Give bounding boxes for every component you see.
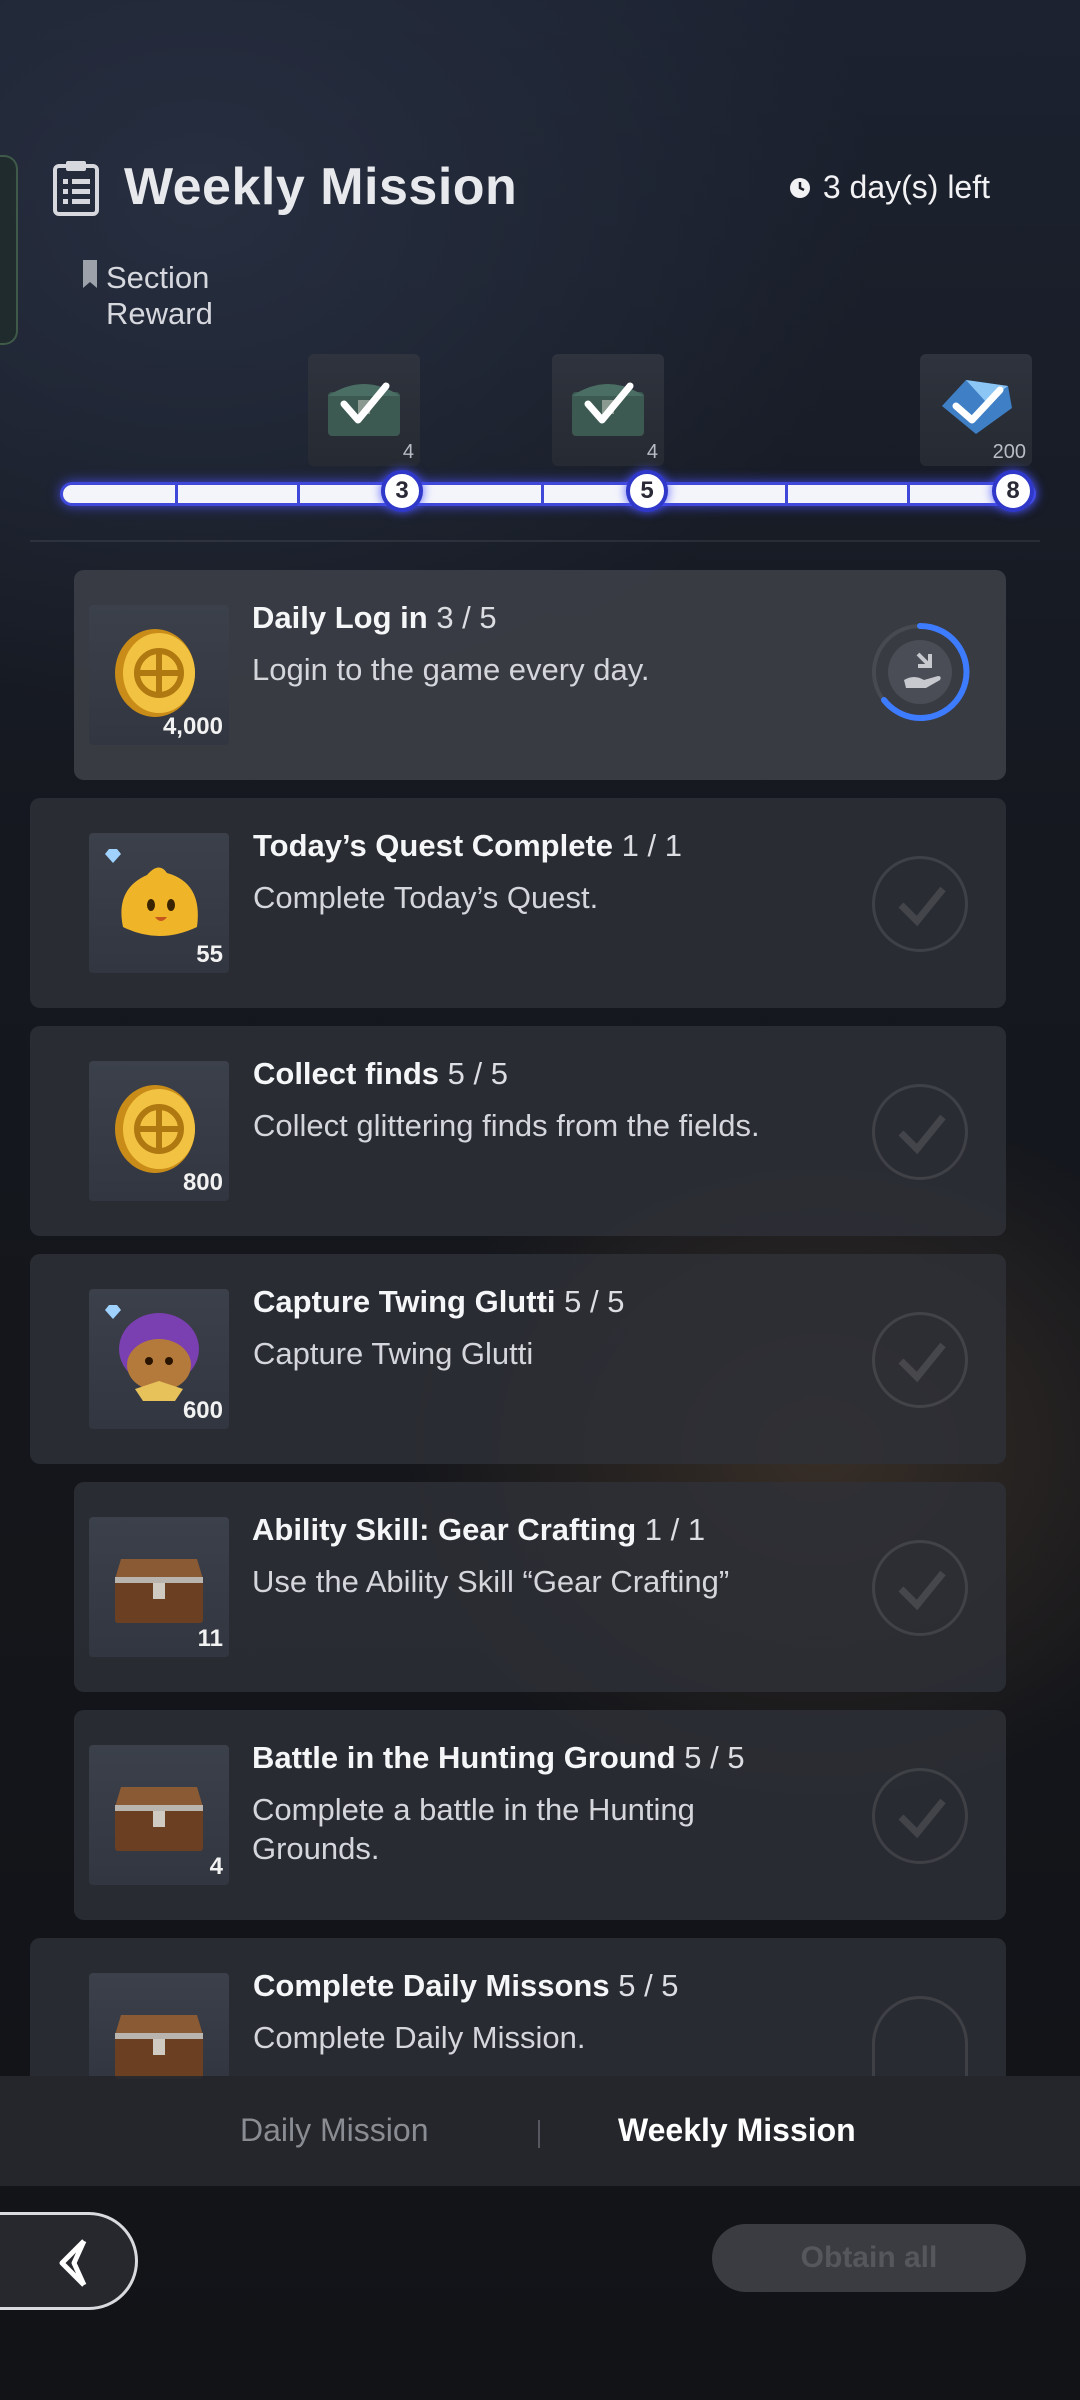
mission-card[interactable]: 800 Collect finds 5 / 5 Collect glitteri… (30, 1026, 1006, 1236)
track-tick (175, 485, 178, 503)
mission-description: Use the Ability Skill “Gear Crafting” (252, 1564, 730, 1599)
completed-check-button[interactable] (872, 856, 968, 952)
reward-count: 4,000 (162, 713, 223, 740)
mission-card[interactable]: 4,000 Daily Log in 3 / 5 Login to the ga… (74, 570, 1006, 780)
checkmark-icon (898, 1570, 946, 1611)
milestone-reward-count: 4 (402, 441, 414, 463)
mission-progress: 1 / 1 (621, 828, 682, 863)
claim-reward-button[interactable] (868, 616, 978, 726)
tab-daily-mission[interactable]: Daily Mission (240, 2112, 428, 2149)
completed-check-button[interactable] (872, 1540, 968, 1636)
mission-description: Complete Daily Mission. (253, 2020, 586, 2055)
time-left-text: 3 day(s) left (822, 169, 990, 205)
section-reward-label: Section Reward (106, 260, 213, 331)
back-arrow-icon (59, 2239, 87, 2287)
mission-card[interactable]: 11 Ability Skill: Gear Crafting 1 / 1 Us… (74, 1482, 1006, 1692)
track-tick (785, 485, 788, 503)
divider (30, 540, 1040, 542)
reward-count: 55 (196, 941, 223, 968)
mission-progress: 5 / 5 (447, 1056, 508, 1091)
treasure-chest-icon (572, 382, 644, 436)
clock-icon (789, 177, 810, 198)
diamond-gem-icon (942, 380, 1012, 434)
completed-check-button[interactable] (872, 1996, 968, 2076)
tab-weekly-mission[interactable]: Weekly Mission (618, 2112, 856, 2149)
mission-description: Complete a battle in the Hunting Grounds… (252, 1792, 695, 1866)
progress-node-8: 8 (992, 470, 1034, 512)
milestone-reward-8[interactable]: 200 (920, 354, 1032, 466)
milestone-reward-5[interactable]: 4 (552, 354, 664, 466)
side-panel-tab[interactable] (0, 155, 18, 345)
treasure-chest-icon (115, 1787, 203, 1851)
completed-check-button[interactable] (872, 1084, 968, 1180)
reward-icon-box: 55 (89, 833, 229, 973)
reward-count: 600 (182, 1397, 223, 1424)
mission-progress: 1 / 1 (644, 1512, 706, 1547)
page-title: Weekly Mission (124, 158, 518, 216)
mission-card[interactable]: Complete Daily Missons 5 / 5 Complete Da… (30, 1938, 1006, 2079)
mission-title: Complete Daily Missons 5 / 5 (253, 1968, 679, 2003)
completed-check-button[interactable] (872, 1768, 968, 1864)
milestone-reward-3[interactable]: 4 (308, 354, 420, 466)
reward-count: 11 (197, 1625, 223, 1652)
mission-description: Collect glittering finds from the fields… (253, 1108, 760, 1143)
mission-title: Battle in the Hunting Ground 5 / 5 (252, 1740, 745, 1775)
mission-progress: 3 / 5 (436, 600, 497, 635)
completed-check-button[interactable] (872, 1312, 968, 1408)
treasure-chest-icon (328, 382, 400, 436)
mission-card[interactable]: 55 Today’s Quest Complete 1 / 1 Complete… (30, 798, 1006, 1008)
reward-icon-box (89, 1973, 229, 2079)
reward-icon-box: 800 (89, 1061, 229, 1201)
bookmark-icon (83, 260, 97, 288)
reward-icon-box: 600 (89, 1289, 229, 1429)
claim-hand-icon (872, 622, 970, 721)
clipboard-icon (53, 161, 99, 216)
checkmark-icon (898, 886, 946, 927)
progress-track (60, 482, 1036, 506)
track-tick (907, 485, 910, 503)
checkmark-icon (898, 1114, 946, 1155)
reward-count: 800 (182, 1169, 223, 1196)
mission-title: Today’s Quest Complete 1 / 1 (253, 828, 682, 863)
mission-description: Login to the game every day. (252, 652, 650, 687)
reward-icon-box: 4 (89, 1745, 229, 1885)
back-button[interactable] (0, 2212, 138, 2310)
mission-progress: 5 / 5 (564, 1284, 625, 1319)
time-left: 3 day(s) left (789, 169, 990, 206)
mission-description: Capture Twing Glutti (253, 1336, 534, 1371)
mission-title: Capture Twing Glutti 5 / 5 (253, 1284, 625, 1319)
mission-card[interactable]: 4 Battle in the Hunting Ground 5 / 5 Com… (74, 1710, 1006, 1920)
progress-node-3: 3 (381, 470, 423, 512)
progress-node-5: 5 (626, 470, 668, 512)
tab-separator (538, 2120, 540, 2148)
diamond-badge-icon (105, 1305, 121, 1319)
header: Weekly Mission 3 day(s) left (52, 155, 1028, 225)
checkmark-icon (898, 1798, 946, 1839)
mission-card[interactable]: 600 Capture Twing Glutti 5 / 5 Capture T… (30, 1254, 1006, 1464)
mission-title: Collect finds 5 / 5 (253, 1056, 508, 1091)
mission-description: Complete Today’s Quest. (253, 880, 599, 915)
diamond-badge-icon (105, 849, 121, 863)
checkmark-icon (898, 1342, 946, 1383)
track-tick (297, 485, 300, 503)
reward-icon-box: 4,000 (89, 605, 229, 745)
mission-tabs: Daily Mission Weekly Mission (0, 2076, 1080, 2186)
reward-count: 4 (209, 1853, 223, 1880)
mission-title: Daily Log in 3 / 5 (252, 600, 497, 635)
reward-icon-box: 11 (89, 1517, 229, 1657)
track-tick (541, 485, 544, 503)
obtain-all-button[interactable]: Obtain all (712, 2224, 1026, 2292)
mission-progress: 5 / 5 (684, 1740, 745, 1775)
mission-title: Ability Skill: Gear Crafting 1 / 1 (252, 1512, 706, 1547)
milestone-reward-count: 4 (646, 441, 658, 463)
milestone-reward-count: 200 (992, 441, 1026, 463)
mission-progress: 5 / 5 (618, 1968, 679, 2003)
